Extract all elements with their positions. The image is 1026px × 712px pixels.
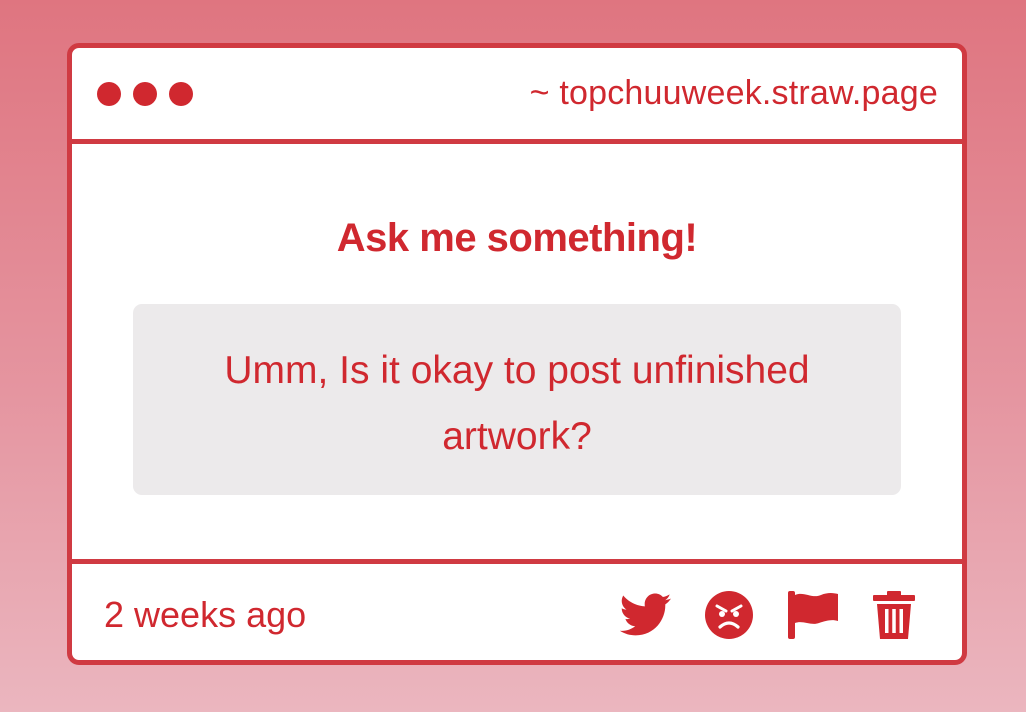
flag-icon: [788, 590, 838, 639]
card-content: Ask me something! Umm, Is it okay to pos…: [72, 144, 962, 559]
trash-icon: [873, 590, 915, 639]
delete-button[interactable]: [872, 590, 916, 639]
window-dot: [97, 81, 121, 106]
question-box: Umm, Is it okay to post unfinished artwo…: [133, 304, 901, 495]
report-button[interactable]: [786, 590, 840, 639]
question-text: Umm, Is it okay to post unfinished artwo…: [224, 349, 810, 458]
window-dot: [133, 81, 157, 106]
action-bar: [620, 590, 916, 640]
page-url: ~ topchuuweek.straw.page: [529, 74, 938, 112]
window-dot: [169, 81, 193, 106]
share-twitter-button[interactable]: [620, 593, 672, 637]
twitter-icon: [620, 593, 672, 635]
window-titlebar: ~ topchuuweek.straw.page: [72, 48, 962, 144]
react-angry-button[interactable]: [704, 590, 754, 640]
timestamp: 2 weeks ago: [104, 593, 307, 635]
angry-face-icon: [705, 590, 753, 639]
card-footer: 2 weeks ago: [72, 559, 962, 660]
ask-card: ~ topchuuweek.straw.page Ask me somethin…: [67, 43, 967, 665]
page-title: Ask me something!: [336, 216, 698, 260]
window-dots: [97, 81, 193, 106]
